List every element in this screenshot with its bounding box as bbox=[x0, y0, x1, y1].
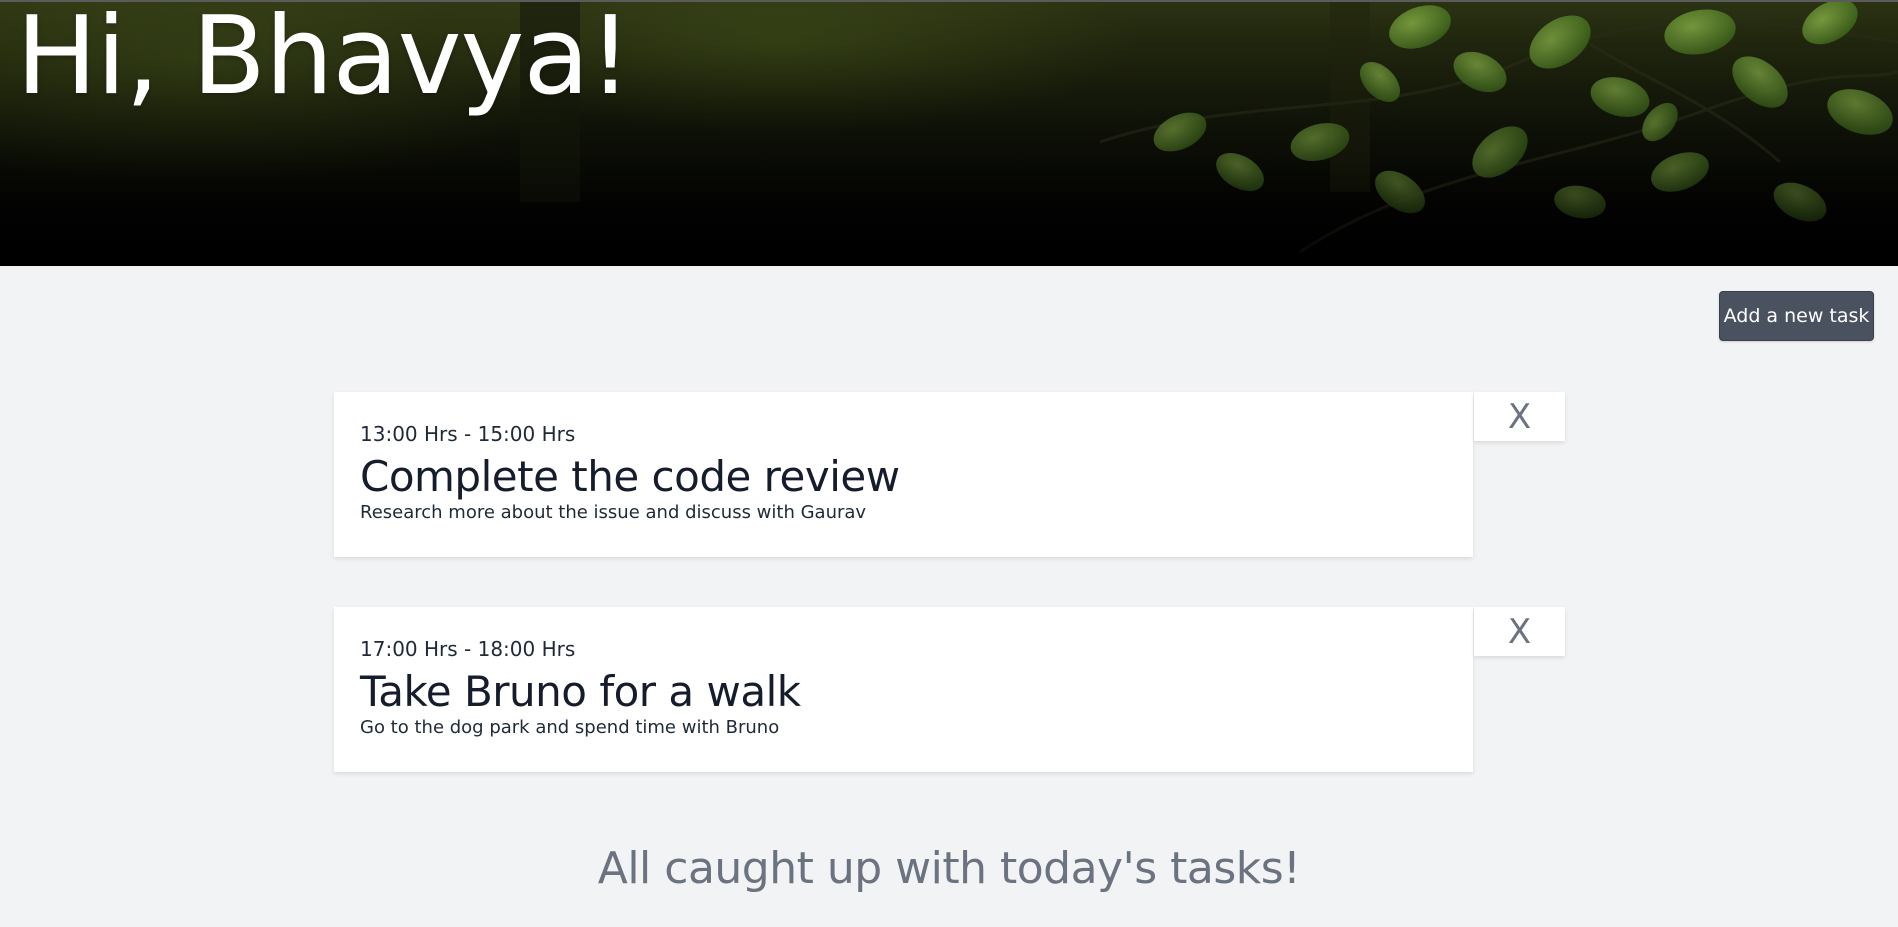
hero-banner: Hi, Bhavya! bbox=[0, 0, 1898, 266]
task-title: Take Bruno for a walk bbox=[360, 667, 801, 716]
delete-task-button[interactable]: X bbox=[1474, 392, 1565, 441]
app-page: Hi, Bhavya! Add a new task 13:00 Hrs - 1… bbox=[0, 0, 1898, 927]
task-time-range: 13:00 Hrs - 15:00 Hrs bbox=[360, 422, 576, 446]
add-task-button[interactable]: Add a new task bbox=[1719, 291, 1874, 341]
task-title: Complete the code review bbox=[360, 452, 900, 501]
task-card[interactable]: 13:00 Hrs - 15:00 Hrs Complete the code … bbox=[334, 392, 1473, 557]
task-card[interactable]: 17:00 Hrs - 18:00 Hrs Take Bruno for a w… bbox=[334, 607, 1473, 772]
task-description: Research more about the issue and discus… bbox=[360, 502, 867, 524]
delete-task-button[interactable]: X bbox=[1474, 607, 1565, 656]
greeting-title: Hi, Bhavya! bbox=[16, 0, 632, 119]
task-description: Go to the dog park and spend time with B… bbox=[360, 717, 780, 739]
task-time-range: 17:00 Hrs - 18:00 Hrs bbox=[360, 637, 576, 661]
all-caught-up-message: All caught up with today's tasks! bbox=[597, 843, 1301, 894]
